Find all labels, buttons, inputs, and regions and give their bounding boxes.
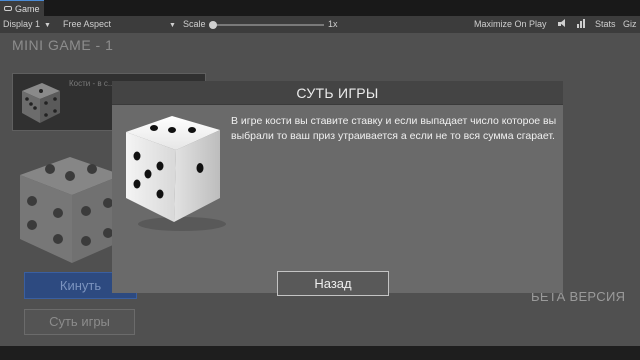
dropdown-caret-icon: ▼ bbox=[169, 22, 176, 29]
scale-value: 1x bbox=[328, 19, 338, 29]
modal-body: В игре кости вы ставите ставку и если вы… bbox=[112, 105, 563, 293]
mute-audio-icon[interactable] bbox=[558, 19, 568, 28]
editor-bottom-strip bbox=[0, 346, 640, 360]
game-toolbar: Display 1 ▼ Free Aspect ▼ Scale 1x Maximiz… bbox=[0, 16, 640, 33]
gizmos-button[interactable]: Giz bbox=[623, 19, 637, 29]
scale-slider-handle[interactable] bbox=[209, 21, 217, 29]
stats-button[interactable]: Stats bbox=[595, 19, 616, 29]
maximize-on-play-toggle[interactable]: Maximize On Play bbox=[474, 19, 547, 29]
tab-game[interactable]: Game bbox=[0, 0, 44, 16]
modal-title: СУТЬ ИГРЫ bbox=[112, 81, 563, 105]
back-button[interactable]: Назад bbox=[277, 271, 389, 296]
dice-icon bbox=[22, 83, 60, 123]
rules-modal: СУТЬ ИГРЫ В игре кости вы ставите ставку… bbox=[112, 81, 563, 296]
stats-icon bbox=[577, 19, 587, 28]
display-label: Display 1 bbox=[3, 19, 41, 29]
game-view: MINI GAME - 1 Кости - в с... выиграть и.… bbox=[0, 33, 640, 346]
scale-label: Scale bbox=[183, 19, 206, 29]
game-title: MINI GAME - 1 bbox=[12, 37, 114, 53]
dice-icon bbox=[126, 116, 226, 231]
display-dropdown[interactable]: Display 1 ▼ bbox=[3, 19, 51, 29]
dropdown-caret-icon: ▼ bbox=[44, 22, 51, 29]
modal-description: В игре кости вы ставите ставку и если вы… bbox=[231, 115, 557, 142]
tab-game-label: Game bbox=[15, 3, 40, 14]
dice-image bbox=[20, 157, 122, 263]
editor-tabbar: Game bbox=[0, 0, 640, 16]
game-view-icon bbox=[4, 6, 12, 11]
aspect-dropdown[interactable]: Free Aspect ▼ bbox=[63, 19, 176, 29]
aspect-label: Free Aspect bbox=[63, 19, 112, 29]
rules-button[interactable]: Суть игры bbox=[24, 309, 135, 335]
scale-slider[interactable] bbox=[209, 21, 324, 29]
